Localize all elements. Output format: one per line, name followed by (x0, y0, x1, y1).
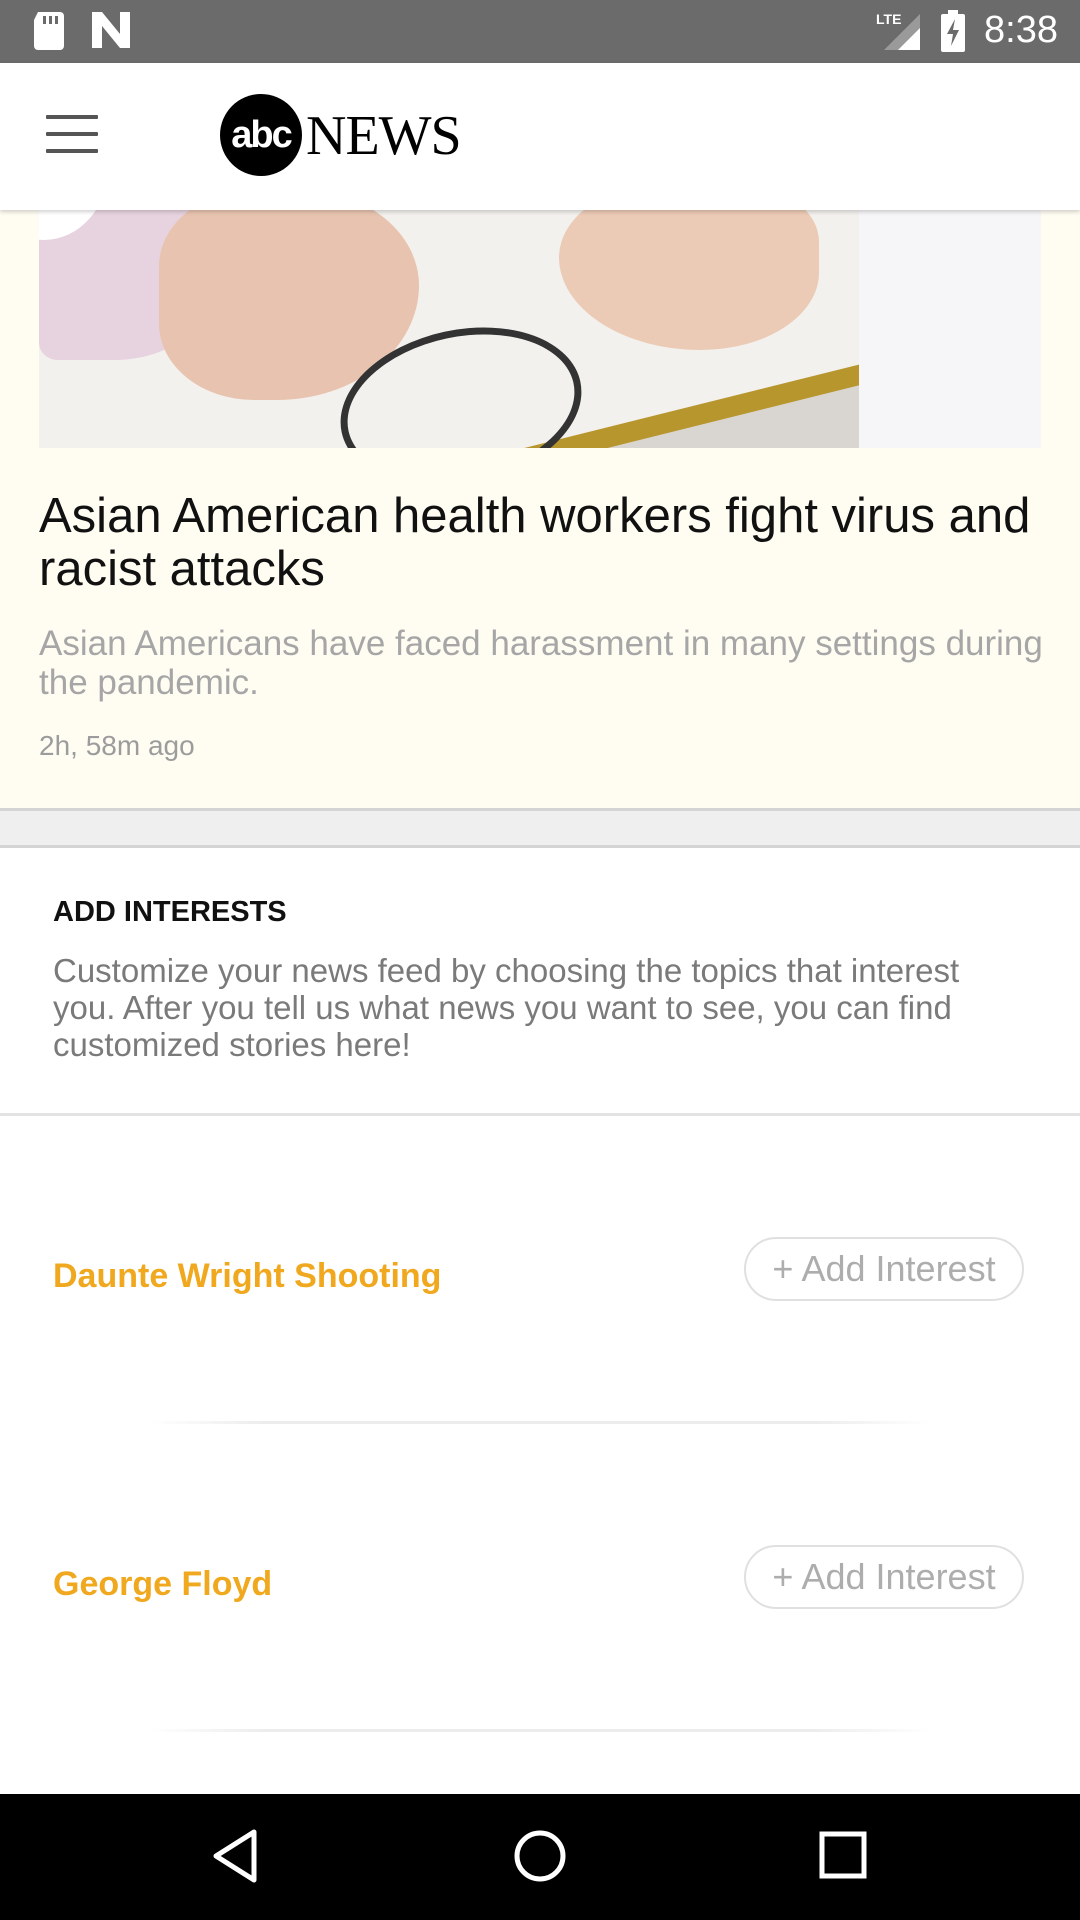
topic-name[interactable]: Daunte Wright Shooting (53, 1257, 441, 1296)
home-icon[interactable] (512, 1828, 568, 1884)
section-line (0, 1113, 1080, 1116)
add-interest-button[interactable]: + Add Interest (744, 1545, 1024, 1609)
svg-text:LTE: LTE (876, 11, 901, 27)
topic-row: Daunte Wright Shooting + Add Interest (0, 1217, 1080, 1337)
news-logo-text: NEWS (306, 105, 462, 167)
topic-name[interactable]: George Floyd (53, 1565, 272, 1604)
app-bar: abc NEWS (0, 63, 1080, 210)
lte-signal-icon: LTE (876, 11, 920, 50)
abc-logo-circle: abc (220, 94, 302, 176)
add-interest-button[interactable]: + Add Interest (744, 1237, 1024, 1301)
add-interests-heading: ADD INTERESTS (53, 896, 287, 928)
battery-charging-icon (941, 10, 965, 52)
article-description: Asian Americans have faced harassment in… (39, 624, 1043, 702)
clock: 8:38 (984, 9, 1058, 51)
section-divider (0, 808, 1080, 848)
hamburger-menu-icon[interactable] (46, 115, 98, 155)
recents-icon[interactable] (818, 1828, 870, 1884)
add-interests-description: Customize your news feed by choosing the… (53, 952, 960, 1063)
article-image[interactable] (39, 210, 1041, 448)
status-bar: LTE 8:38 (0, 0, 1080, 63)
navigation-bar (0, 1794, 1080, 1920)
article-card[interactable]: Asian American health workers fight viru… (0, 210, 1080, 808)
back-icon[interactable] (210, 1828, 260, 1884)
row-divider (150, 1729, 930, 1732)
article-title[interactable]: Asian American health workers fight viru… (39, 490, 1039, 596)
sd-card-icon (34, 12, 64, 50)
n-icon (92, 12, 130, 48)
topic-row: George Floyd + Add Interest (0, 1525, 1080, 1645)
row-divider (150, 1421, 930, 1424)
article-timestamp: 2h, 58m ago (39, 730, 195, 761)
